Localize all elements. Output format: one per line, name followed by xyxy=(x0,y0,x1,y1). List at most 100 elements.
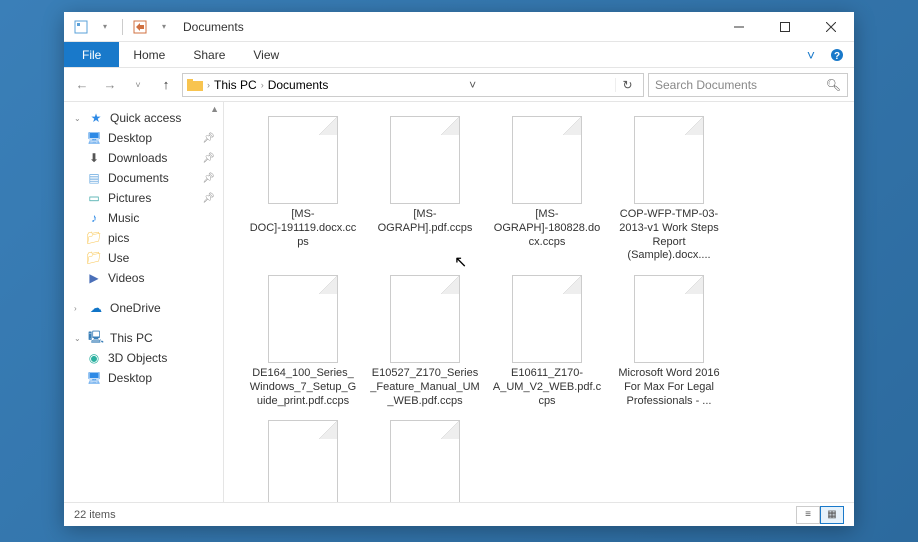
nav-desktop-pc[interactable]: 🖥︎Desktop xyxy=(64,368,223,388)
status-bar: 22 items ≡ ▦ xyxy=(64,502,854,526)
videos-icon: ▶ xyxy=(86,270,102,286)
file-grid: [MS-DOC]-191119.docx.ccps [MS-OGRAPH].pd… xyxy=(244,112,844,502)
nav-label: Desktop xyxy=(108,131,152,145)
scroll-up-icon[interactable]: ▲ xyxy=(210,104,219,114)
search-input[interactable]: Search Documents 🔍︎ xyxy=(648,73,848,97)
nav-label: Music xyxy=(108,211,139,225)
ribbon-share-tab[interactable]: Share xyxy=(179,42,239,67)
3d-icon: ◉ xyxy=(86,350,102,366)
titlebar: ▾ ▾ Documents xyxy=(64,12,854,42)
desktop-icon: 🖥︎ xyxy=(86,370,102,386)
nav-music[interactable]: ♪ Music xyxy=(64,208,223,228)
nav-quick-access[interactable]: ⌄ ★ Quick access xyxy=(64,108,223,128)
file-icon xyxy=(390,116,460,204)
file-item[interactable]: DE164_100_Series_Windows_7_Setup_Guide_p… xyxy=(244,271,362,412)
file-icon xyxy=(268,116,338,204)
nav-label: Documents xyxy=(108,171,169,185)
file-name: COP-WFP-TMP-03-2013-v1 Work Steps Report… xyxy=(614,208,724,263)
file-icon xyxy=(634,275,704,363)
help-icon[interactable]: ? xyxy=(828,46,846,64)
nav-label: OneDrive xyxy=(110,301,161,315)
file-item[interactable]: COP-WFP-TMP-03-2013-v1 Work Steps Report… xyxy=(610,112,728,267)
chevron-down-icon[interactable]: ⌄ xyxy=(74,334,82,343)
folder-icon xyxy=(187,77,203,93)
nav-documents[interactable]: ▤ Documents 📌︎ xyxy=(64,168,223,188)
maximize-button[interactable] xyxy=(762,12,808,42)
file-item[interactable]: E10611_Z170-A_UM_V2_WEB.pdf.ccps xyxy=(488,271,606,412)
pin-icon: 📌︎ xyxy=(202,153,215,164)
file-item[interactable]: MOAC_Word_2016_Core.pdf.ccps xyxy=(366,416,484,502)
qat-new-folder-icon[interactable] xyxy=(129,16,151,38)
qat-dropdown2-icon[interactable]: ▾ xyxy=(153,16,175,38)
chevron-right-icon[interactable]: › xyxy=(74,304,82,313)
file-item[interactable]: E10527_Z170_Series_Feature_Manual_UM_WEB… xyxy=(366,271,484,412)
navigation-pane[interactable]: ▲ ⌄ ★ Quick access 🖥︎Desktop📌︎ ⬇Download… xyxy=(64,102,224,502)
nav-desktop[interactable]: 🖥︎Desktop📌︎ xyxy=(64,128,223,148)
ribbon-expand-icon[interactable]: ˅ xyxy=(802,46,820,64)
ribbon: File Home Share View ˅ ? xyxy=(64,42,854,68)
breadcrumb-this-pc[interactable]: This PC xyxy=(214,78,257,92)
nav-onedrive[interactable]: › ☁ OneDrive xyxy=(64,298,223,318)
back-button[interactable]: ← xyxy=(70,73,94,97)
forward-button[interactable]: → xyxy=(98,73,122,97)
ribbon-file-tab[interactable]: File xyxy=(64,42,119,67)
nav-downloads[interactable]: ⬇ Downloads 📌︎ xyxy=(64,148,223,168)
file-item[interactable]: Microsoft Word 2016 For Max For Legal Pr… xyxy=(610,271,728,412)
file-item[interactable]: MNL-0875.pdf.ccps xyxy=(244,416,362,502)
nav-label: This PC xyxy=(110,331,153,345)
quick-access-toolbar: ▾ ▾ xyxy=(64,16,175,38)
nav-pictures[interactable]: ▭Pictures📌︎ xyxy=(64,188,223,208)
music-icon: ♪ xyxy=(86,210,102,226)
pc-icon: 🖳︎ xyxy=(88,330,104,346)
star-icon: ★ xyxy=(88,110,104,126)
minimize-button[interactable] xyxy=(716,12,762,42)
file-icon xyxy=(268,420,338,502)
pin-icon: 📌︎ xyxy=(202,173,215,184)
pin-icon: 📌︎ xyxy=(202,133,215,144)
file-content-area[interactable]: [MS-DOC]-191119.docx.ccps [MS-OGRAPH].pd… xyxy=(224,102,854,502)
view-mode-buttons: ≡ ▦ xyxy=(796,506,844,524)
chevron-down-icon[interactable]: ⌄ xyxy=(74,114,82,123)
breadcrumb-documents[interactable]: Documents xyxy=(268,78,329,92)
window-title: Documents xyxy=(183,20,244,34)
recent-dropdown[interactable]: ˅ xyxy=(126,73,150,97)
nav-label: Videos xyxy=(108,271,144,285)
file-item[interactable]: [MS-DOC]-191119.docx.ccps xyxy=(244,112,362,267)
nav-this-pc[interactable]: ⌄ 🖳︎ This PC xyxy=(64,328,223,348)
folder-icon: 📁︎ xyxy=(86,250,102,266)
file-icon xyxy=(512,116,582,204)
address-bar-row: ← → ˅ ↑ › This PC › Documents ˅ ↻ Search… xyxy=(64,68,854,102)
pictures-icon: ▭ xyxy=(86,190,102,206)
nav-label: 3D Objects xyxy=(108,351,167,365)
nav-3d-objects[interactable]: ◉ 3D Objects xyxy=(64,348,223,368)
file-item[interactable]: [MS-OGRAPH]-180828.docx.ccps xyxy=(488,112,606,267)
breadcrumb-sep-icon[interactable]: › xyxy=(207,80,210,90)
qat-properties-icon[interactable] xyxy=(70,16,92,38)
details-view-button[interactable]: ≡ xyxy=(796,506,820,524)
address-bar[interactable]: › This PC › Documents ˅ ↻ xyxy=(182,73,644,97)
address-dropdown-icon[interactable]: ˅ xyxy=(461,78,485,92)
breadcrumb-sep-icon[interactable]: › xyxy=(261,80,264,90)
explorer-window: ▾ ▾ Documents File Home Share View ˅ ? ←… xyxy=(64,12,854,526)
nav-videos[interactable]: ▶ Videos xyxy=(64,268,223,288)
ribbon-home-tab[interactable]: Home xyxy=(119,42,179,67)
search-icon[interactable]: 🔍︎ xyxy=(826,78,841,92)
nav-use[interactable]: 📁︎Use xyxy=(64,248,223,268)
close-button[interactable] xyxy=(808,12,854,42)
download-icon: ⬇ xyxy=(86,150,102,166)
ribbon-view-tab[interactable]: View xyxy=(239,42,293,67)
icons-view-button[interactable]: ▦ xyxy=(820,506,844,524)
file-icon xyxy=(390,275,460,363)
window-controls xyxy=(716,12,854,42)
file-item[interactable]: [MS-OGRAPH].pdf.ccps xyxy=(366,112,484,267)
documents-icon: ▤ xyxy=(86,170,102,186)
file-icon xyxy=(634,116,704,204)
nav-label: Downloads xyxy=(108,151,167,165)
pin-icon: 📌︎ xyxy=(202,193,215,204)
up-button[interactable]: ↑ xyxy=(154,73,178,97)
search-placeholder: Search Documents xyxy=(655,78,757,92)
nav-pics[interactable]: 📁︎pics xyxy=(64,228,223,248)
folder-icon: 📁︎ xyxy=(86,230,102,246)
qat-dropdown-icon[interactable]: ▾ xyxy=(94,16,116,38)
refresh-button[interactable]: ↻ xyxy=(615,78,639,92)
